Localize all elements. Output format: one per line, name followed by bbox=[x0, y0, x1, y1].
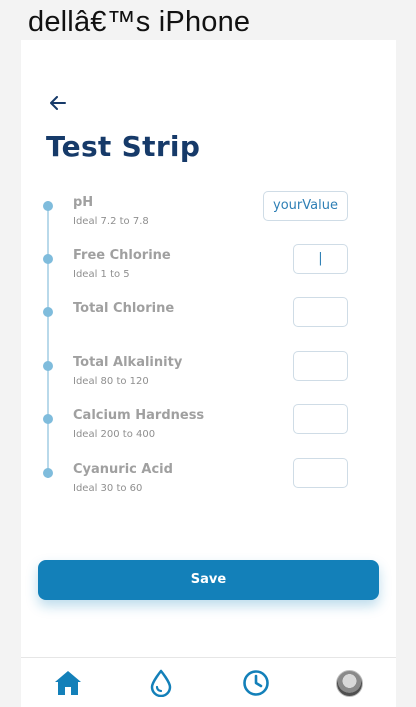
back-button[interactable] bbox=[47, 92, 69, 114]
water-drop-icon bbox=[150, 669, 172, 697]
nav-history[interactable] bbox=[241, 668, 271, 698]
total-chlorine-value-input[interactable] bbox=[293, 297, 348, 327]
reading-ideal-range: Ideal 30 to 60 bbox=[73, 483, 143, 494]
bottom-nav bbox=[21, 657, 396, 707]
calcium-hardness-value-input[interactable] bbox=[293, 404, 348, 434]
home-icon bbox=[55, 671, 81, 695]
free-chlorine-value-input[interactable]: | bbox=[293, 244, 348, 274]
nav-water[interactable] bbox=[146, 668, 176, 698]
reading-row-ph: pH Ideal 7.2 to 7.8 yourValue bbox=[21, 191, 396, 249]
reading-ideal-range: Ideal 7.2 to 7.8 bbox=[73, 216, 149, 227]
reading-row-total-alkalinity: Total Alkalinity Ideal 80 to 120 bbox=[21, 351, 396, 409]
reading-label: Free Chlorine bbox=[73, 248, 171, 263]
total-alkalinity-value-input[interactable] bbox=[293, 351, 348, 381]
reading-row-cyanuric-acid: Cyanuric Acid Ideal 30 to 60 bbox=[21, 458, 396, 516]
timeline-dot bbox=[43, 201, 53, 211]
ph-value-input[interactable]: yourValue bbox=[263, 191, 348, 221]
app-screen: Test Strip pH Ideal 7.2 to 7.8 yourValue… bbox=[21, 40, 396, 707]
arrow-left-icon bbox=[50, 96, 66, 110]
avatar bbox=[335, 669, 363, 697]
reading-ideal-range: Ideal 1 to 5 bbox=[73, 269, 130, 280]
timeline-dot bbox=[43, 361, 53, 371]
cyanuric-acid-value-input[interactable] bbox=[293, 458, 348, 488]
timeline-dot bbox=[43, 307, 53, 317]
reading-label: pH bbox=[73, 195, 94, 210]
timeline-dot bbox=[43, 468, 53, 478]
clock-icon bbox=[243, 670, 269, 696]
timeline-dot bbox=[43, 414, 53, 424]
reading-label: Cyanuric Acid bbox=[73, 462, 173, 477]
reading-row-total-chlorine: Total Chlorine bbox=[21, 297, 396, 355]
reading-row-calcium-hardness: Calcium Hardness Ideal 200 to 400 bbox=[21, 404, 396, 462]
reading-label: Total Chlorine bbox=[73, 301, 175, 316]
device-title: dellâ€™s iPhone bbox=[28, 6, 251, 38]
timeline-dot bbox=[43, 254, 53, 264]
reading-ideal-range: Ideal 200 to 400 bbox=[73, 429, 156, 440]
nav-profile[interactable] bbox=[334, 668, 364, 698]
reading-label: Total Alkalinity bbox=[73, 355, 183, 370]
page-title: Test Strip bbox=[46, 130, 201, 163]
reading-ideal-range: Ideal 80 to 120 bbox=[73, 376, 149, 387]
nav-home[interactable] bbox=[53, 668, 83, 698]
save-button[interactable]: Save bbox=[38, 560, 379, 600]
reading-label: Calcium Hardness bbox=[73, 408, 205, 423]
reading-row-free-chlorine: Free Chlorine Ideal 1 to 5 | bbox=[21, 244, 396, 302]
